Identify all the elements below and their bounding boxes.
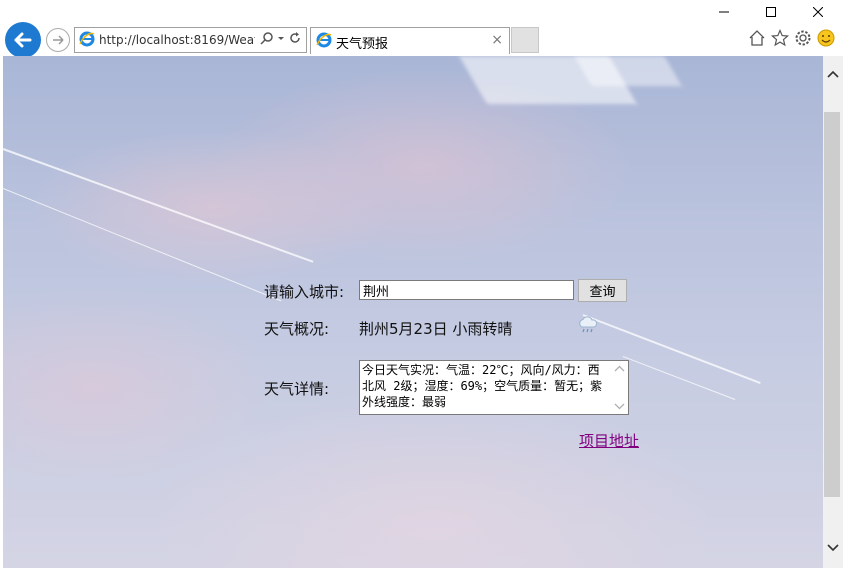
close-window-button[interactable] — [795, 0, 841, 24]
detail-label: 天气详情: — [264, 380, 330, 398]
toolbar-icons — [748, 29, 835, 47]
ie-logo-icon — [316, 32, 332, 48]
browser-chrome: http://localhost:8169/Weat 天气预报 × — [0, 0, 843, 58]
new-tab-button[interactable] — [511, 27, 539, 53]
scroll-up-button[interactable] — [823, 64, 843, 84]
page-content: 请输入城市: 查询 天气概况: 荆州5月23日 小雨转晴 天气详情: 今日天气实… — [3, 56, 823, 568]
city-input[interactable] — [359, 280, 574, 300]
back-arrow-icon — [14, 32, 32, 48]
weather-detail-textarea[interactable]: 今日天气实况：气温：22℃；风向/风力：西北风 2级；湿度：69%；空气质量：暂… — [359, 360, 629, 415]
tab-title: 天气预报 — [336, 37, 389, 52]
scroll-down-button[interactable] — [823, 538, 843, 558]
star-icon[interactable] — [771, 29, 789, 47]
minimize-icon — [719, 11, 729, 13]
home-icon[interactable] — [748, 29, 766, 47]
minimize-button[interactable] — [701, 0, 747, 24]
forward-arrow-icon — [53, 35, 64, 45]
forward-button[interactable] — [46, 28, 70, 52]
gear-icon[interactable] — [794, 29, 812, 47]
textarea-scrollbar[interactable] — [611, 361, 628, 414]
summary-value: 荆州5月23日 小雨转晴 — [359, 320, 513, 338]
chevron-up-icon — [827, 70, 839, 78]
chevron-down-icon — [827, 544, 839, 552]
page-scrollbar[interactable] — [823, 56, 843, 568]
close-icon — [813, 7, 823, 17]
maximize-icon — [766, 7, 776, 17]
background-streak — [622, 356, 736, 400]
query-button[interactable]: 查询 — [578, 279, 627, 302]
maximize-button[interactable] — [748, 0, 794, 24]
address-bar[interactable]: http://localhost:8169/Weat — [74, 27, 307, 53]
chevron-down-icon[interactable] — [277, 31, 285, 45]
background-streak — [3, 148, 314, 263]
project-link[interactable]: 项目地址 — [579, 430, 639, 451]
background-glare — [574, 56, 682, 86]
tab-weather[interactable]: 天气预报 × — [310, 27, 510, 54]
cloud-rain-icon — [579, 316, 598, 333]
smiley-icon[interactable] — [817, 29, 835, 47]
background-streak — [3, 188, 282, 302]
scroll-thumb[interactable] — [824, 112, 840, 497]
city-label: 请输入城市: — [264, 283, 345, 301]
url-text[interactable]: http://localhost:8169/Weat — [99, 33, 255, 47]
back-button[interactable] — [5, 22, 41, 58]
search-icon[interactable] — [260, 31, 274, 45]
refresh-icon[interactable] — [288, 31, 302, 45]
ie-logo-icon — [79, 31, 95, 47]
summary-label: 天气概况: — [264, 320, 330, 338]
tab-close-icon[interactable]: × — [491, 32, 503, 48]
